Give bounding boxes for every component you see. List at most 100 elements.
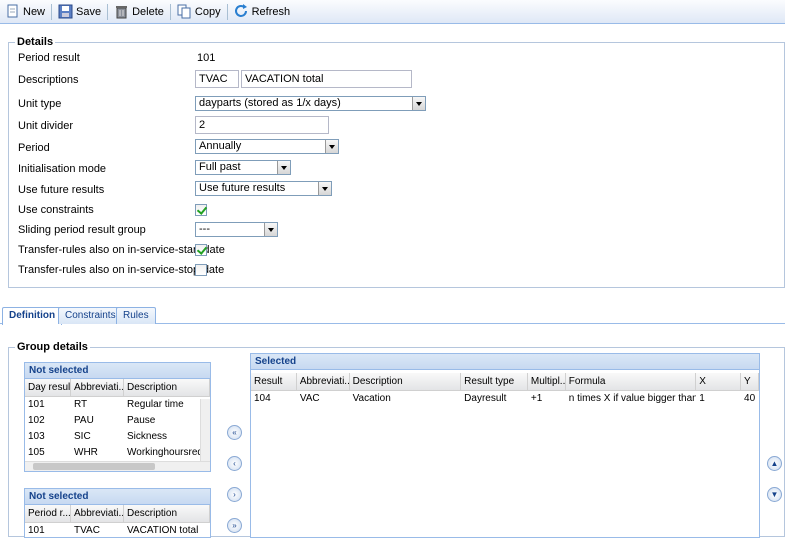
table-cell: 101 <box>28 399 45 410</box>
chevron-down-icon[interactable] <box>325 140 338 153</box>
short-description-input[interactable] <box>195 70 239 88</box>
transfer-stop-checkbox[interactable] <box>195 264 207 276</box>
chevron-down-icon[interactable] <box>318 182 331 195</box>
tab-constraints[interactable]: Constraints <box>58 307 123 324</box>
toolbar-separator <box>169 3 171 20</box>
future-results-value: Use future results <box>199 182 286 194</box>
table-cell: VAC <box>299 393 320 404</box>
remove-all-button[interactable]: » <box>227 518 242 533</box>
long-description-input[interactable] <box>241 70 412 88</box>
column-header[interactable]: Day result <box>25 379 71 396</box>
table-cell: n times X if value bigger than or... <box>568 393 697 404</box>
table-cell: TVAC <box>74 525 100 536</box>
column-header[interactable]: Description <box>124 505 210 522</box>
table-cell: 102 <box>28 415 45 426</box>
chevron-down-icon[interactable] <box>277 161 290 174</box>
grid-header: Day result Abbreviati... Description <box>25 379 210 397</box>
group-details-legend: Group details <box>15 341 90 353</box>
table-cell: Pause <box>127 415 156 426</box>
refresh-button[interactable]: Refresh <box>231 2 294 22</box>
add-button[interactable]: ‹ <box>227 456 242 471</box>
not-selected-day-results-grid: Not selected Day result Abbreviati... De… <box>24 362 211 472</box>
column-header[interactable]: Description <box>124 379 210 396</box>
unit-type-label: Unit type <box>18 98 62 110</box>
grid-title: Not selected <box>25 489 210 505</box>
new-document-icon <box>5 4 20 19</box>
unit-divider-label: Unit divider <box>18 120 74 132</box>
column-header[interactable]: Abbreviati... <box>71 505 124 522</box>
unit-type-select[interactable]: dayparts (stored as 1/x days) <box>195 96 426 111</box>
table-row[interactable]: 105 WHR Workinghoursreduct <box>25 445 210 461</box>
table-cell: 103 <box>28 431 45 442</box>
period-select[interactable]: Annually <box>195 139 339 154</box>
period-value: Annually <box>199 140 242 152</box>
table-row[interactable]: 103 SIC Sickness <box>25 429 210 445</box>
table-cell: Regular time <box>127 399 184 410</box>
sliding-group-value: --- <box>199 223 210 235</box>
toolbar-separator <box>51 3 53 20</box>
future-results-select[interactable]: Use future results <box>195 181 332 196</box>
column-header[interactable]: Result <box>251 373 297 390</box>
init-mode-select[interactable]: Full past <box>195 160 291 175</box>
not-selected-period-results-grid: Not selected Period r... Abbreviati... D… <box>24 488 211 538</box>
column-header[interactable]: Multipl... <box>528 373 566 390</box>
table-cell: Dayresult <box>464 393 507 404</box>
table-cell: 104 <box>254 393 271 404</box>
refresh-icon <box>234 4 249 19</box>
table-cell: +1 <box>530 393 543 404</box>
column-header[interactable]: Result type <box>461 373 528 390</box>
column-header[interactable]: Y <box>741 373 759 390</box>
sliding-group-select[interactable]: --- <box>195 222 278 237</box>
selected-grid: Selected Result Abbreviati... Descriptio… <box>250 353 760 538</box>
table-row[interactable]: 102 PAU Pause <box>25 413 210 429</box>
grid-title: Not selected <box>25 363 210 379</box>
column-header[interactable]: Abbreviati... <box>71 379 124 396</box>
table-cell: 105 <box>28 447 45 458</box>
copy-button[interactable]: Copy <box>174 2 224 22</box>
unit-divider-input[interactable] <box>195 116 329 134</box>
save-disk-icon <box>58 4 73 19</box>
transfer-start-checkbox[interactable] <box>195 244 207 256</box>
init-mode-value: Full past <box>199 161 241 173</box>
add-all-button[interactable]: « <box>227 425 242 440</box>
table-row[interactable]: 101 TVAC VACATION total <box>25 523 210 537</box>
transfer-stop-label: Transfer-rules also on in-service-stop-d… <box>18 264 225 276</box>
delete-button[interactable]: Delete <box>111 2 167 22</box>
table-row[interactable]: 104 VAC Vacation Dayresult +1 n times X … <box>251 391 759 407</box>
column-header[interactable]: Period r... <box>25 505 71 522</box>
column-header[interactable]: Description <box>350 373 462 390</box>
future-results-label: Use future results <box>18 184 105 196</box>
move-down-button[interactable]: ▼ <box>767 487 782 502</box>
tab-definition[interactable]: Definition <box>2 307 63 325</box>
toolbar-separator <box>226 3 228 20</box>
new-button[interactable]: New <box>2 2 48 22</box>
tab-rules[interactable]: Rules <box>116 307 156 324</box>
scroll-thumb[interactable] <box>33 463 155 470</box>
transfer-start-label: Transfer-rules also on in-service-start-… <box>18 244 225 256</box>
table-cell: 101 <box>28 525 45 536</box>
copy-icon <box>177 4 192 19</box>
column-header[interactable]: X <box>696 373 742 390</box>
table-cell: Vacation <box>352 393 391 404</box>
delete-button-label: Delete <box>132 5 164 18</box>
save-button[interactable]: Save <box>55 2 104 22</box>
new-button-label: New <box>23 5 46 18</box>
grid-title: Selected <box>251 354 759 370</box>
table-cell: WHR <box>74 447 98 458</box>
column-header[interactable]: Abbreviati... <box>297 373 350 390</box>
use-constraints-checkbox[interactable] <box>195 204 207 216</box>
descriptions-label: Descriptions <box>18 74 79 86</box>
unit-type-value: dayparts (stored as 1/x days) <box>199 97 341 109</box>
remove-button[interactable]: › <box>227 487 242 502</box>
chevron-down-icon[interactable] <box>264 223 277 236</box>
column-header[interactable]: Formula <box>566 373 697 390</box>
horizontal-scrollbar[interactable] <box>25 461 210 471</box>
table-cell: Workinghoursreduct <box>127 447 200 458</box>
move-up-button[interactable]: ▲ <box>767 456 782 471</box>
grid-header: Period r... Abbreviati... Description <box>25 505 210 523</box>
table-cell: SIC <box>74 431 91 442</box>
chevron-down-icon[interactable] <box>412 97 425 110</box>
vertical-scrollbar[interactable] <box>200 399 210 461</box>
details-legend: Details <box>15 36 56 48</box>
table-row[interactable]: 101 RT Regular time <box>25 397 210 413</box>
